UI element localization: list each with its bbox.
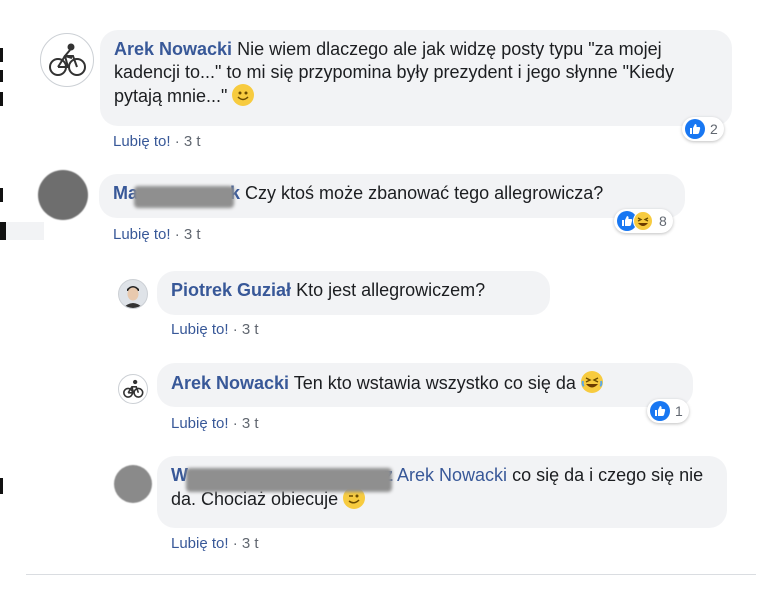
crop-artifact (0, 222, 44, 240)
comment-text: Czy ktoś może zbanować tego allegrowicza… (245, 183, 604, 203)
crop-artifact (0, 70, 3, 82)
reaction-count: 8 (659, 213, 667, 229)
comment-text: Ten kto wstawia wszystko co się da (293, 373, 576, 393)
timestamp[interactable]: · 3 t (233, 321, 259, 338)
like-link[interactable]: Lubię to! (171, 415, 229, 432)
reaction-summary[interactable]: 8 (614, 209, 673, 233)
comment-bubble: Arek Nowacki Nie wiem dlaczego ale jak w… (100, 30, 732, 126)
avatar-piotrek[interactable] (118, 279, 148, 309)
avatar-redacted[interactable] (38, 170, 88, 220)
divider (26, 574, 756, 575)
comment-meta: Lubię to! · 3 t (113, 133, 201, 150)
comment-author[interactable]: Arek Nowacki (171, 373, 289, 393)
thumbs-up-icon (685, 119, 705, 139)
smile-emoji (232, 84, 255, 106)
crop-artifact (0, 222, 6, 240)
comment-meta: Lubię to! · 3 t (113, 226, 201, 243)
crop-artifact (0, 188, 3, 202)
redacted-name (186, 468, 392, 492)
comment-meta: Lubię to! · 3 t (171, 321, 259, 338)
like-link[interactable]: Lubię to! (113, 133, 171, 150)
thumbs-up-icon (650, 401, 670, 421)
comment-bubble: Piotrek Guział Kto jest allegrowiczem? (157, 271, 550, 315)
avatar-cyclist[interactable] (40, 33, 94, 87)
comment-bubble: Arek Nowacki Ten kto wstawia wszystko co… (157, 363, 693, 407)
timestamp[interactable]: · 3 t (175, 226, 201, 243)
avatar-cyclist[interactable] (118, 374, 148, 404)
laughing-emoji (580, 371, 603, 393)
bicycle-icon (49, 43, 86, 76)
reaction-summary[interactable]: 2 (682, 117, 724, 141)
avatar-redacted[interactable] (114, 465, 152, 503)
comment-author[interactable]: Piotrek Guział (171, 280, 291, 300)
like-link[interactable]: Lubię to! (171, 535, 229, 552)
timestamp[interactable]: · 3 t (175, 133, 201, 150)
like-link[interactable]: Lubię to! (113, 226, 171, 243)
reaction-count: 1 (675, 403, 683, 419)
comment-text: Kto jest allegrowiczem? (296, 280, 486, 300)
person-icon (123, 286, 143, 308)
crop-artifact (0, 478, 3, 494)
comment-meta: Lubię to! · 3 t (171, 535, 259, 552)
haha-icon (633, 211, 653, 231)
reaction-summary[interactable]: 1 (647, 399, 689, 423)
redacted-name (134, 186, 234, 208)
bicycle-icon (123, 379, 144, 398)
comment-meta: Lubię to! · 3 t (171, 415, 259, 432)
timestamp[interactable]: · 3 t (233, 535, 259, 552)
reaction-count: 2 (710, 121, 718, 137)
mention-link[interactable]: Arek Nowacki (397, 465, 507, 485)
like-link[interactable]: Lubię to! (171, 321, 229, 338)
timestamp[interactable]: · 3 t (233, 415, 259, 432)
crop-artifact (0, 48, 3, 62)
comment-author[interactable]: Arek Nowacki (114, 39, 232, 59)
crop-artifact (0, 92, 3, 106)
comment-bubble: Wz Arek Nowacki co się da i czego się ni… (157, 456, 727, 528)
